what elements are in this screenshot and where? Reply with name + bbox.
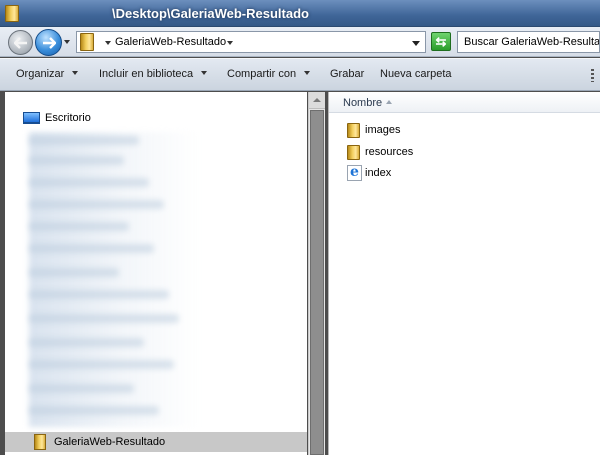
column-header-label: Nombre (343, 97, 383, 109)
share-with-button[interactable]: Compartir con (227, 68, 311, 80)
blurred-tree-item (29, 244, 154, 253)
folder-icon (347, 145, 360, 160)
blurred-tree-item (29, 200, 164, 209)
column-header-name[interactable]: Nombre (329, 92, 600, 113)
scroll-up-button[interactable] (309, 92, 325, 109)
blurred-tree-item (29, 338, 144, 347)
search-input[interactable] (458, 32, 599, 52)
file-name: resources (365, 146, 414, 158)
refresh-button[interactable]: ⇆ (431, 32, 451, 51)
blurred-tree-item (29, 222, 129, 231)
organize-label: Organizar (16, 68, 65, 80)
navigation-pane[interactable]: Escritorio GaleriaWeb-Resultado (5, 92, 307, 455)
organize-menu-button[interactable]: Organizar (16, 68, 79, 80)
more-options-icon[interactable] (591, 69, 594, 82)
chevron-down-icon (201, 71, 208, 75)
blurred-tree-item (29, 384, 134, 393)
scrollbar-thumb[interactable] (310, 110, 324, 455)
chevron-down-icon (72, 71, 79, 75)
burn-button[interactable]: Grabar (330, 68, 364, 80)
blurred-tree-item (29, 360, 174, 369)
address-field[interactable]: GaleriaWeb-Resultado (76, 31, 426, 53)
nav-item-selected-folder[interactable]: GaleriaWeb-Resultado (5, 432, 307, 452)
sort-ascending-icon (386, 100, 392, 104)
recent-pages-dropdown[interactable] (64, 40, 70, 44)
internet-explorer-icon: e (347, 164, 362, 181)
blurred-tree-item (29, 178, 149, 187)
title-bar[interactable]: \Desktop\GaleriaWeb-Resultado (0, 0, 600, 27)
chevron-down-icon (304, 71, 311, 75)
desktop-icon (23, 112, 40, 124)
command-bar: Organizar Incluir en biblioteca Comparti… (0, 58, 600, 91)
folder-icon (34, 434, 46, 450)
file-list-pane[interactable]: Nombre images resources e index (328, 92, 600, 455)
blurred-tree-item (29, 136, 139, 145)
folder-icon (5, 5, 19, 22)
back-arrow-icon (13, 36, 27, 49)
blurred-tree-item (29, 314, 179, 323)
breadcrumb[interactable]: GaleriaWeb-Resultado (115, 36, 226, 48)
include-in-library-button[interactable]: Incluir en biblioteca (99, 68, 208, 80)
window-title: \Desktop\GaleriaWeb-Resultado (112, 6, 309, 21)
nav-item-label: Escritorio (45, 112, 91, 124)
file-name: index (365, 167, 392, 179)
file-name: images (365, 124, 401, 136)
include-in-library-label: Incluir en biblioteca (99, 68, 194, 80)
folder-icon (80, 33, 94, 51)
blurred-tree-item (29, 406, 159, 415)
blurred-tree-item (29, 268, 119, 277)
back-button[interactable] (8, 30, 33, 55)
blurred-tree-region (29, 132, 199, 427)
forward-button[interactable] (35, 29, 62, 56)
new-folder-button[interactable]: Nueva carpeta (380, 68, 452, 80)
forward-arrow-icon (42, 36, 56, 49)
address-toolbar: GaleriaWeb-Resultado ⇆ (0, 27, 600, 57)
breadcrumb-chevron-icon[interactable] (227, 41, 233, 45)
search-field[interactable] (457, 31, 600, 53)
breadcrumb-chevron-icon[interactable] (105, 41, 111, 45)
share-with-label: Compartir con (227, 68, 297, 80)
navigation-scrollbar[interactable] (308, 92, 325, 455)
blurred-tree-item (29, 156, 124, 165)
nav-item-label: GaleriaWeb-Resultado (54, 436, 166, 448)
address-history-dropdown[interactable] (412, 41, 420, 46)
folder-icon (347, 123, 360, 138)
blurred-tree-item (29, 290, 169, 299)
